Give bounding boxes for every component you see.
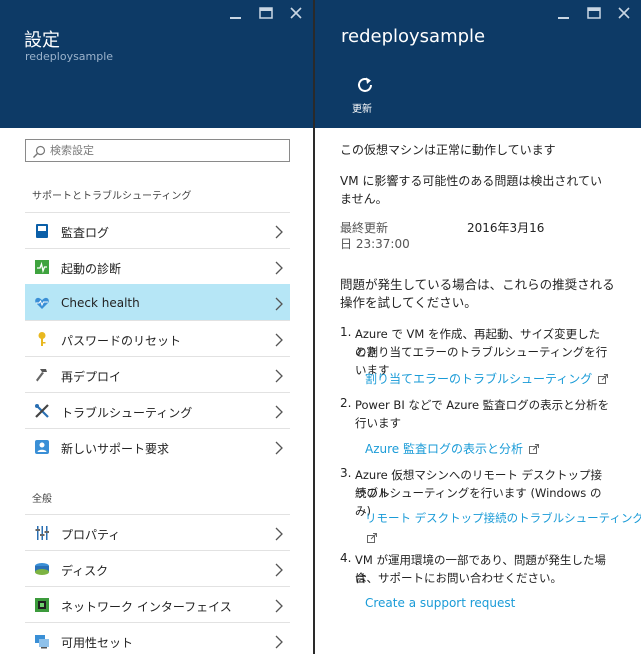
settings-blade-header: 設定 redeploysample	[0, 0, 313, 128]
disk-icon	[34, 561, 50, 577]
step-number: 1.	[340, 325, 352, 339]
health-status-text: この仮想マシンは正常に動作しています	[340, 143, 556, 157]
menu-item-label: 新しいサポート要求	[61, 442, 170, 456]
menu-item-network-interfaces[interactable]: ネットワーク インターフェイス	[25, 586, 290, 622]
menu-item-label: 可用性セット	[61, 636, 134, 650]
minimize-icon[interactable]	[227, 4, 245, 22]
check-health-blade: redeploysample 更新 この仮想マシンは正常に動作しています VM …	[315, 0, 641, 654]
refresh-button[interactable]	[352, 76, 378, 98]
search-input[interactable]	[50, 142, 282, 159]
menu-item-password-reset[interactable]: パスワードのリセット	[25, 320, 290, 356]
menu-item-label: トラブルシューティング	[61, 406, 193, 420]
step-number: 4.	[340, 551, 352, 565]
menu-item-redeploy[interactable]: 再デプロイ	[25, 356, 290, 392]
menu-item-troubleshooting[interactable]: トラブルシューティング	[25, 392, 290, 428]
minimize-icon[interactable]	[555, 4, 573, 22]
step-number: 2.	[340, 396, 352, 410]
chevron-right-icon	[274, 404, 284, 423]
menu-item-boot-diagnostics[interactable]: 起動の診断	[25, 248, 290, 284]
recommend-intro-line1: 問題が発生している場合は、これらの推奨される	[340, 277, 615, 292]
heart-icon	[34, 295, 50, 311]
menu-item-label: 起動の診断	[61, 262, 122, 276]
menu-item-label: パスワードのリセット	[61, 334, 182, 348]
chevron-right-icon	[274, 260, 284, 279]
menu-item-availability-set[interactable]: 可用性セット	[25, 622, 290, 654]
chevron-right-icon	[274, 598, 284, 617]
hammer-icon	[34, 367, 50, 383]
menu-item-label: ネットワーク インターフェイス	[61, 600, 232, 614]
menu-item-label: Check health	[61, 296, 140, 310]
general-section-heading: 全般	[32, 494, 52, 505]
audit-log-icon	[34, 223, 50, 239]
chevron-right-icon	[274, 332, 284, 351]
external-link-icon	[598, 373, 609, 387]
blade-title: 設定	[24, 30, 60, 51]
window-controls	[227, 4, 305, 22]
menu-item-disks[interactable]: ディスク	[25, 550, 290, 586]
step-text-line2: 行います	[355, 416, 401, 430]
menu-item-check-health[interactable]: Check health	[25, 284, 290, 320]
refresh-label: 更新	[352, 104, 372, 115]
chevron-right-icon	[274, 296, 284, 315]
menu-item-label: ディスク	[61, 564, 109, 578]
support-person-icon	[34, 439, 50, 455]
tools-icon	[34, 403, 50, 419]
support-section-heading: サポートとトラブルシューティング	[32, 191, 192, 202]
menu-item-label: プロパティ	[61, 528, 121, 542]
chevron-right-icon	[274, 440, 284, 459]
last-updated-date: 2016年3月16	[467, 221, 545, 235]
search-icon	[32, 144, 46, 163]
link-text: Azure 監査ログの表示と分析	[365, 442, 523, 456]
menu-item-label: 再デプロイ	[61, 370, 122, 384]
blade-title: redeploysample	[341, 26, 486, 47]
allocation-failure-troubleshooting-link[interactable]: 割り当てエラーのトラブルシューティング	[365, 370, 609, 387]
refresh-icon	[356, 77, 374, 98]
window-controls	[555, 4, 633, 22]
properties-icon	[34, 525, 50, 541]
settings-blade: 設定 redeploysample サポートとトラブルシューティング 監査ログ	[0, 0, 313, 654]
chevron-right-icon	[274, 634, 284, 653]
link-text: リモート デスクトップ接続のトラブルシューティング	[365, 511, 641, 525]
chevron-right-icon	[274, 224, 284, 243]
step-text-line2: は、サポートにお問い合わせください。	[355, 571, 562, 585]
boot-diagnostics-icon	[34, 259, 50, 275]
last-updated-label-line2: 日 23:37:00	[340, 237, 410, 251]
recommend-intro-line2: 操作を試してください。	[340, 295, 477, 310]
link-text: 割り当てエラーのトラブルシューティング	[365, 372, 593, 386]
key-icon	[34, 331, 50, 347]
step-number: 3.	[340, 466, 352, 480]
maximize-icon[interactable]	[257, 4, 275, 22]
external-link-icon	[528, 443, 539, 457]
chevron-right-icon	[274, 368, 284, 387]
remote-desktop-troubleshooting-link[interactable]: リモート デスクトップ接続のトラブルシューティング	[365, 510, 641, 526]
close-icon[interactable]	[615, 4, 633, 22]
menu-item-new-support-request[interactable]: 新しいサポート要求	[25, 428, 290, 464]
maximize-icon[interactable]	[585, 4, 603, 22]
menu-item-label: 監査ログ	[61, 226, 110, 240]
close-icon[interactable]	[287, 4, 305, 22]
availability-set-icon	[34, 633, 50, 649]
menu-item-audit-log[interactable]: 監査ログ	[25, 212, 290, 248]
create-support-request-link[interactable]: Create a support request	[365, 596, 515, 610]
audit-log-analysis-link[interactable]: Azure 監査ログの表示と分析	[365, 440, 539, 457]
menu-item-properties[interactable]: プロパティ	[25, 514, 290, 550]
issue-status-text: VM に影響する可能性のある問題は検出されていません。	[340, 174, 603, 206]
chevron-right-icon	[274, 526, 284, 545]
chevron-right-icon	[274, 562, 284, 581]
check-health-blade-header: redeploysample 更新	[315, 0, 641, 128]
step-text-line1: Power BI などで Azure 監査ログの表示と分析を	[355, 398, 610, 412]
network-interface-icon	[34, 597, 50, 613]
search-settings[interactable]	[25, 139, 290, 162]
blade-subtitle: redeploysample	[25, 50, 114, 63]
external-link-icon	[367, 528, 377, 547]
